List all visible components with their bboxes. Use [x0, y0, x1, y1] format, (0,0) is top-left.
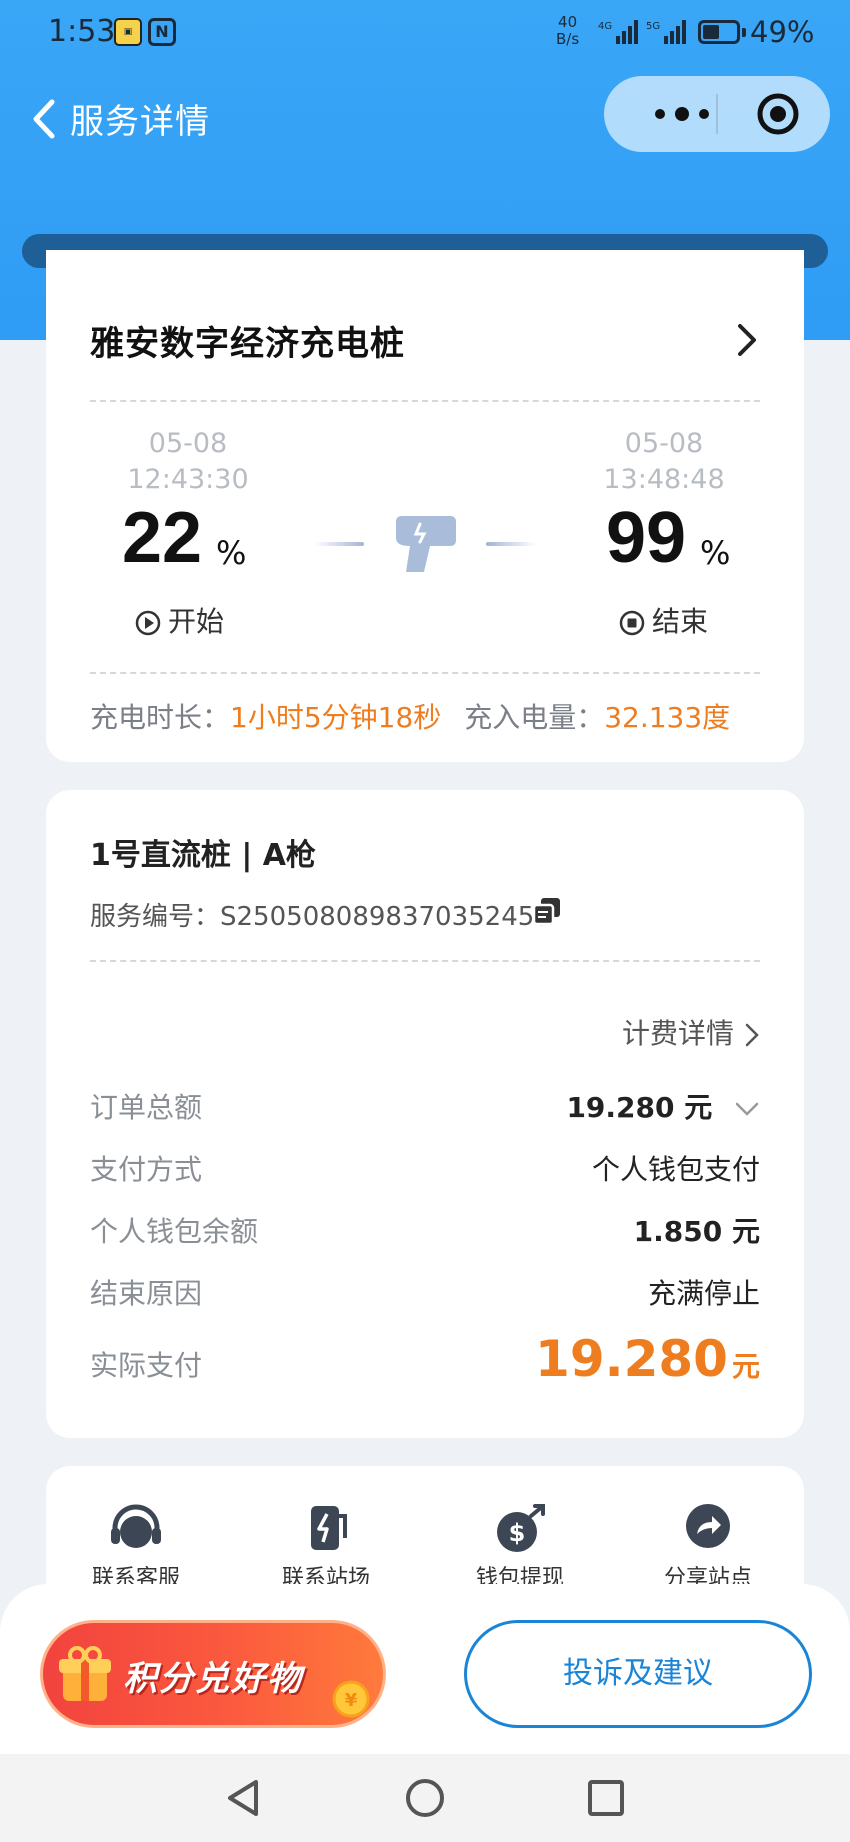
connector-line-right: [486, 542, 536, 546]
svg-text:$: $: [509, 1519, 526, 1547]
start-timestamp: 05-08 12:43:30: [127, 428, 249, 495]
start-percent-sign: %: [216, 534, 247, 572]
end-timestamp: 05-08 13:48:48: [603, 428, 725, 495]
actual-payment-row: 实际支付 19.280 元: [90, 1330, 760, 1388]
chevron-right-icon[interactable]: [732, 320, 760, 360]
wallet-balance-row: 个人钱包余额 1.850 元: [90, 1210, 760, 1254]
gift-box-icon: [59, 1646, 111, 1701]
miniprogram-capsule: [604, 76, 830, 152]
station-name: 雅安数字经济充电桩: [90, 324, 405, 364]
duration-label: 充电时长：: [90, 701, 231, 734]
bottom-action-bar: 积分兑好物 ¥ 投诉及建议: [0, 1584, 850, 1754]
end-state: 结束: [618, 600, 708, 640]
signal-5g-icon: 5G: [646, 20, 686, 44]
svg-text:4G: 4G: [598, 21, 612, 32]
contact-station-action[interactable]: 联系站场: [236, 1502, 416, 1592]
service-number: S2505080898370352455: [220, 902, 551, 932]
back-arrow-icon[interactable]: [24, 94, 64, 144]
end-reason-row: 结束原因 充满停止: [90, 1272, 760, 1316]
page-title: 服务详情: [70, 102, 210, 142]
charging-session-card: 雅安数字经济充电桩 05-08 12:43:30 22 % 开始 05-08 1…: [46, 250, 804, 762]
end-percent-sign: %: [700, 534, 731, 572]
chevron-right-icon: [745, 1023, 759, 1047]
complaint-suggestion-button[interactable]: 投诉及建议: [464, 1620, 812, 1728]
billing-details-link[interactable]: 计费详情: [622, 1012, 760, 1052]
system-navigation-bar: [0, 1754, 850, 1842]
actual-payment-amount: 19.280 元: [535, 1330, 760, 1388]
duration-value: 1小时5分钟18秒: [230, 701, 442, 734]
battery-percent: 49%: [750, 15, 815, 49]
wallet-balance-value: 1.850 元: [633, 1215, 760, 1248]
share-icon: [686, 1504, 730, 1548]
copy-icon[interactable]: [532, 896, 562, 926]
start-percent: 22: [122, 498, 203, 578]
coin-icon: ¥: [332, 1680, 370, 1718]
start-state: 开始: [134, 600, 224, 640]
service-number-label: 服务编号：: [90, 902, 221, 932]
app-notification-icon: ▣: [114, 18, 142, 46]
station-row[interactable]: 雅安数字经济充电桩: [90, 316, 760, 366]
divider: [90, 960, 760, 962]
nav-back-icon[interactable]: [222, 1776, 266, 1820]
stop-icon: [619, 610, 645, 636]
end-reason-value: 充满停止: [647, 1277, 760, 1310]
nfc-icon: N: [148, 18, 176, 46]
service-number-row: 服务编号：S2505080898370352455: [90, 896, 551, 933]
pile-title: 1号直流桩 | A枪: [90, 838, 316, 873]
connector-line-left: [314, 542, 364, 546]
energy-label: 充入电量：: [464, 701, 605, 734]
duration-energy-row: 充电时长：1小时5分钟18秒 充入电量：32.133度: [90, 696, 730, 736]
svg-text:¥: ¥: [345, 1690, 358, 1711]
contact-support-action[interactable]: 联系客服: [46, 1502, 226, 1592]
nav-recents-icon[interactable]: [584, 1776, 628, 1820]
more-options-icon[interactable]: [634, 76, 744, 152]
points-redeem-button[interactable]: 积分兑好物 ¥: [40, 1620, 386, 1728]
order-card: 1号直流桩 | A枪 服务编号：S2505080898370352455 计费详…: [46, 790, 804, 1438]
energy-value: 32.133度: [604, 701, 731, 734]
payment-method-row: 支付方式 个人钱包支付: [90, 1148, 760, 1192]
nav-home-icon[interactable]: [403, 1776, 447, 1820]
payment-method-value: 个人钱包支付: [591, 1153, 760, 1186]
share-station-action[interactable]: 分享站点: [618, 1502, 798, 1592]
order-total-value: 19.280 元: [566, 1091, 713, 1124]
headset-icon: [111, 1504, 161, 1548]
play-icon: [135, 610, 161, 636]
charging-gun-icon: [396, 516, 456, 572]
battery-icon: [698, 20, 740, 44]
status-bar: 1:53 ▣ N 40 B/s 4G 5G 49%: [0, 0, 850, 64]
wallet-withdraw-action[interactable]: $ 钱包提现: [430, 1502, 610, 1592]
divider: [90, 400, 760, 402]
end-percent: 99: [606, 498, 687, 578]
signal-4g-icon: 4G: [598, 20, 638, 44]
network-speed: 40 B/s: [556, 13, 580, 48]
close-miniprogram-icon[interactable]: [738, 76, 818, 152]
capsule-divider: [716, 94, 718, 134]
svg-text:5G: 5G: [646, 21, 660, 32]
charging-station-icon: [311, 1506, 347, 1550]
battery-tip: [742, 28, 746, 37]
chevron-down-icon[interactable]: [734, 1101, 760, 1117]
order-total-row[interactable]: 订单总额 19.280 元: [90, 1086, 760, 1130]
divider: [90, 672, 760, 674]
clock: 1:53: [48, 14, 116, 49]
money-bag-icon: $: [497, 1504, 545, 1552]
points-redeem-label: 积分兑好物: [123, 1659, 303, 1699]
